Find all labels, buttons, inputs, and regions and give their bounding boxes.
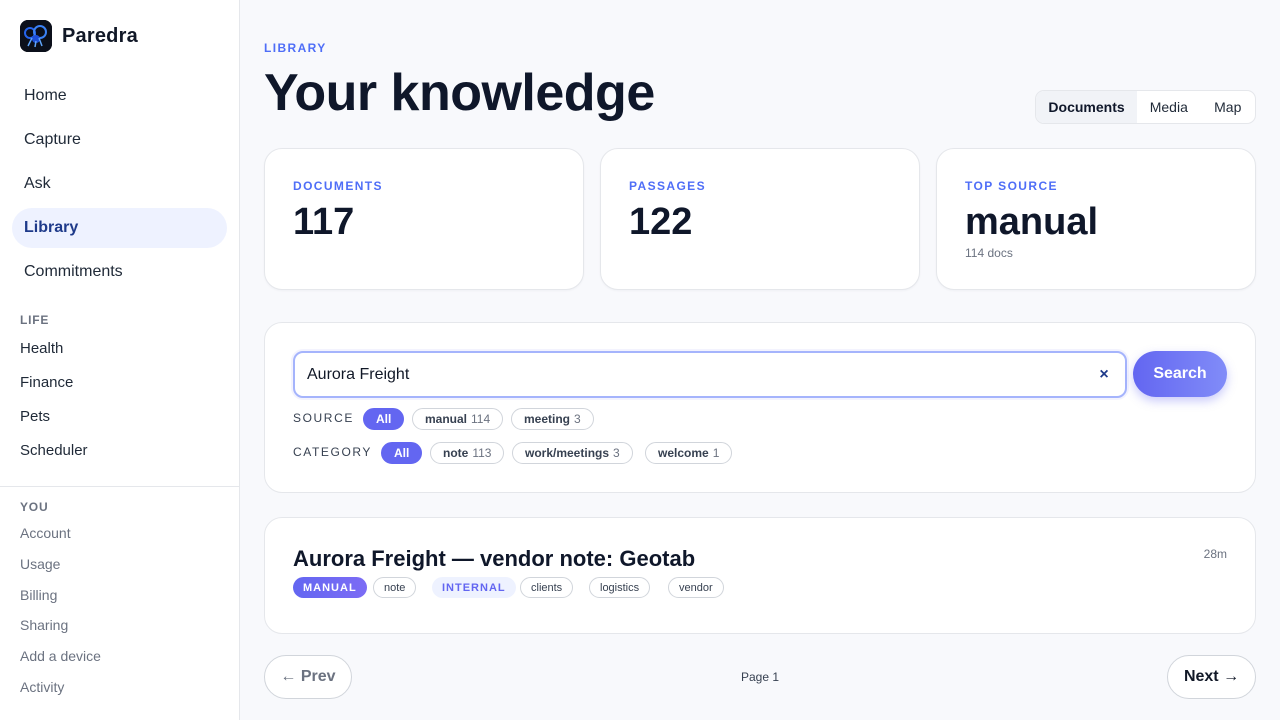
- chip-count: 114: [471, 412, 491, 426]
- stat-sub: 114 docs: [965, 246, 1013, 260]
- chip-count: 1: [712, 446, 720, 460]
- brand[interactable]: Paredra: [20, 20, 138, 52]
- nav-item-usage[interactable]: Usage: [20, 556, 60, 572]
- category-filter-label: CATEGORY: [293, 445, 373, 459]
- section-label-life: LIFE: [20, 313, 50, 327]
- stat-label: PASSAGES: [629, 179, 706, 193]
- result-card[interactable]: Aurora Freight — vendor note: Geotab 28m…: [264, 517, 1256, 634]
- page-title: Your knowledge: [264, 64, 655, 122]
- category-chip-all[interactable]: All: [381, 442, 423, 464]
- search-button[interactable]: Search: [1133, 351, 1227, 397]
- stat-value: 122: [629, 201, 693, 243]
- brand-logo-icon: [20, 20, 52, 52]
- nav-item-account[interactable]: Account: [20, 525, 71, 541]
- tab-documents[interactable]: Documents: [1036, 91, 1138, 123]
- nav-item-add-device[interactable]: Add a device: [20, 648, 101, 664]
- view-switcher: Documents Media Map: [1035, 90, 1256, 124]
- nav-item-home[interactable]: Home: [12, 76, 227, 116]
- tag-clients[interactable]: clients: [520, 577, 574, 598]
- stat-label: DOCUMENTS: [293, 179, 383, 193]
- nav-item-sharing[interactable]: Sharing: [20, 617, 68, 633]
- result-title[interactable]: Aurora Freight — vendor note: Geotab: [293, 546, 695, 572]
- page-eyebrow: LIBRARY: [264, 41, 327, 55]
- stat-label: TOP SOURCE: [965, 179, 1058, 193]
- sidebar: Paredra Home Capture Ask Library Commitm…: [0, 0, 240, 720]
- clear-search-icon[interactable]: ×: [1094, 365, 1114, 385]
- next-page-button[interactable]: Next →: [1167, 655, 1256, 699]
- nav-item-health[interactable]: Health: [20, 340, 63, 357]
- visibility-badge: INTERNAL: [432, 577, 516, 598]
- chip-count: 113: [472, 446, 492, 460]
- source-chip-meeting[interactable]: meeting 3: [511, 408, 594, 430]
- nav-item-commitments[interactable]: Commitments: [12, 252, 227, 292]
- chip-label: meeting: [524, 412, 571, 426]
- stat-value: 117: [293, 201, 355, 243]
- source-badge: MANUAL: [293, 577, 367, 598]
- sidebar-divider: [0, 486, 239, 487]
- chip-label: welcome: [658, 446, 709, 460]
- category-chip-welcome[interactable]: welcome 1: [645, 442, 733, 464]
- nav-item-ask[interactable]: Ask: [12, 164, 227, 204]
- source-chip-manual[interactable]: manual 114: [412, 408, 504, 430]
- search-panel: × Search SOURCE All manual114 meeting3 C…: [264, 322, 1256, 493]
- category-chip-work-meetings[interactable]: work/meetings 3: [512, 442, 633, 464]
- chip-label: All: [376, 412, 392, 426]
- stat-card-top-source: TOP SOURCE manual 114 docs: [936, 148, 1256, 290]
- nav-item-library[interactable]: Library: [12, 208, 227, 248]
- stat-card-documents: DOCUMENTS 117: [264, 148, 584, 290]
- prev-page-button[interactable]: ← Prev: [264, 655, 352, 699]
- chip-label: note: [443, 446, 469, 460]
- brand-name: Paredra: [62, 24, 138, 47]
- nav-item-finance[interactable]: Finance: [20, 374, 73, 391]
- result-timestamp: 28m: [1203, 547, 1227, 561]
- tag-logistics[interactable]: logistics: [589, 577, 651, 598]
- section-label-you: YOU: [20, 500, 49, 514]
- chip-label: manual: [425, 412, 468, 426]
- stat-value: manual: [965, 201, 1099, 243]
- chip-label: All: [394, 446, 410, 460]
- source-chip-all[interactable]: All: [363, 408, 405, 430]
- chip-count: 3: [613, 446, 620, 460]
- source-filter-label: SOURCE: [293, 411, 354, 425]
- tab-media[interactable]: Media: [1137, 91, 1200, 123]
- page-indicator: Page 1: [741, 670, 780, 684]
- chip-count: 3: [574, 412, 581, 426]
- nav-item-activity[interactable]: Activity: [20, 679, 64, 695]
- search-input[interactable]: [293, 351, 1127, 398]
- category-tag: note: [373, 577, 417, 598]
- nav-item-pets[interactable]: Pets: [20, 408, 50, 425]
- stat-card-passages: PASSAGES 122: [600, 148, 920, 290]
- nav-item-capture[interactable]: Capture: [12, 120, 227, 160]
- tag-vendor[interactable]: vendor: [668, 577, 724, 598]
- tab-map[interactable]: Map: [1201, 91, 1256, 123]
- chip-label: work/meetings: [525, 446, 610, 460]
- nav-item-scheduler[interactable]: Scheduler: [20, 442, 88, 459]
- category-chip-note[interactable]: note 113: [430, 442, 505, 464]
- nav-item-billing[interactable]: Billing: [20, 587, 57, 603]
